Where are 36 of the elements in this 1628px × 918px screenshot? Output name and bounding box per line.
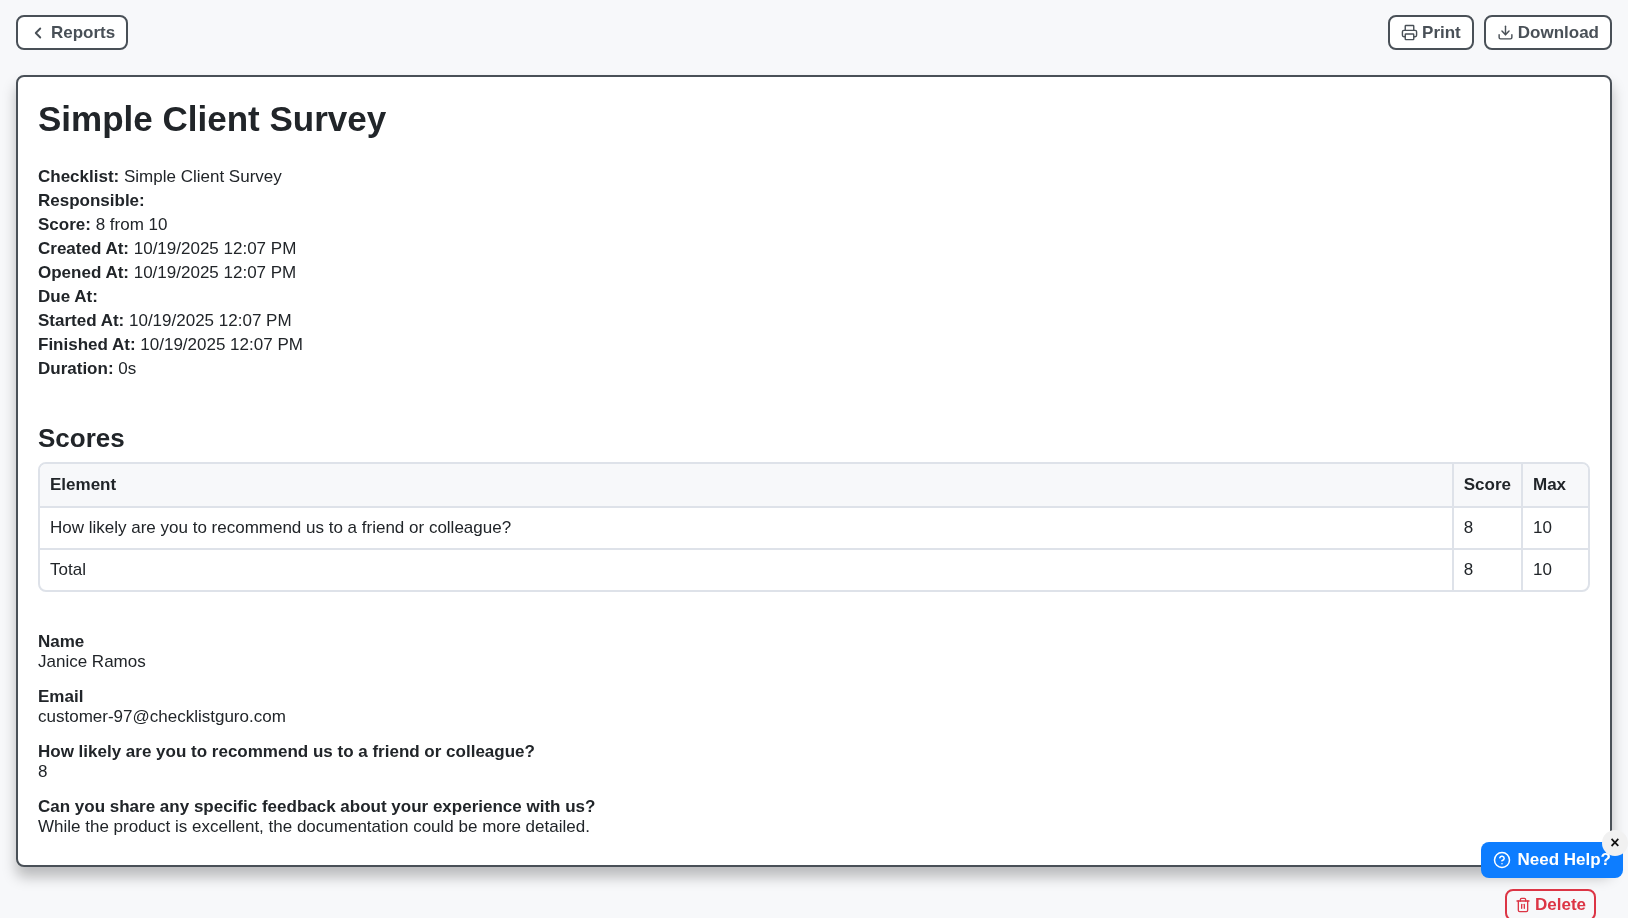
report-field: Finished At: 10/19/2025 12:07 PM: [38, 333, 1590, 357]
report-field: Started At: 10/19/2025 12:07 PM: [38, 309, 1590, 333]
back-button[interactable]: Reports: [16, 15, 129, 50]
column-header: Element: [40, 464, 1452, 508]
answer-text: 8: [38, 762, 49, 782]
download-button[interactable]: Download: [1483, 15, 1612, 50]
answer-text: Janice Ramos: [38, 652, 147, 672]
answer-text: While the product is excellent, the documentation could be more detailed.: [38, 817, 591, 837]
report-field: Opened At: 10/19/2025 12:07 PM: [38, 261, 1590, 285]
section-heading: Scores: [38, 423, 126, 454]
table-cell: 8: [1451, 550, 1521, 590]
print-button[interactable]: Print: [1388, 15, 1474, 50]
report-field: Created At: 10/19/2025 12:07 PM: [38, 237, 1590, 261]
table-cell: 8: [1451, 508, 1521, 550]
question-label: How likely are you to recommend us to a friend or colleague?: [38, 742, 536, 762]
report-field: Duration: 0s: [38, 357, 1590, 381]
answer-text: customer-97@checklistguro.com: [38, 707, 287, 727]
column-header: Score: [1451, 464, 1521, 508]
report-field: Due At:: [38, 285, 1590, 309]
question-label: Email: [38, 687, 85, 707]
printer-icon: [1401, 24, 1419, 41]
report-field: Score: 8 from 10: [38, 213, 1590, 237]
table-cell: 10: [1521, 508, 1588, 550]
report-title: Simple Client Survey: [38, 99, 388, 139]
report-field: Checklist: Simple Client Survey: [38, 165, 1590, 189]
table-cell-text: Total: [49, 559, 87, 581]
column-header: Max: [1521, 464, 1588, 508]
question-label: Can you share any specific feedback about your experience with us?: [38, 797, 597, 817]
report-field: Responsible:: [38, 189, 1590, 213]
table-cell: How likely are you to recommend us to a friend or colleague?: [40, 508, 1452, 550]
question-label: Name: [38, 632, 86, 652]
trash-icon: [1514, 897, 1531, 913]
table-cell: 10: [1521, 550, 1588, 590]
download-icon: [1496, 24, 1514, 41]
delete-button[interactable]: Delete: [1504, 889, 1596, 918]
help-icon: [1493, 851, 1512, 869]
